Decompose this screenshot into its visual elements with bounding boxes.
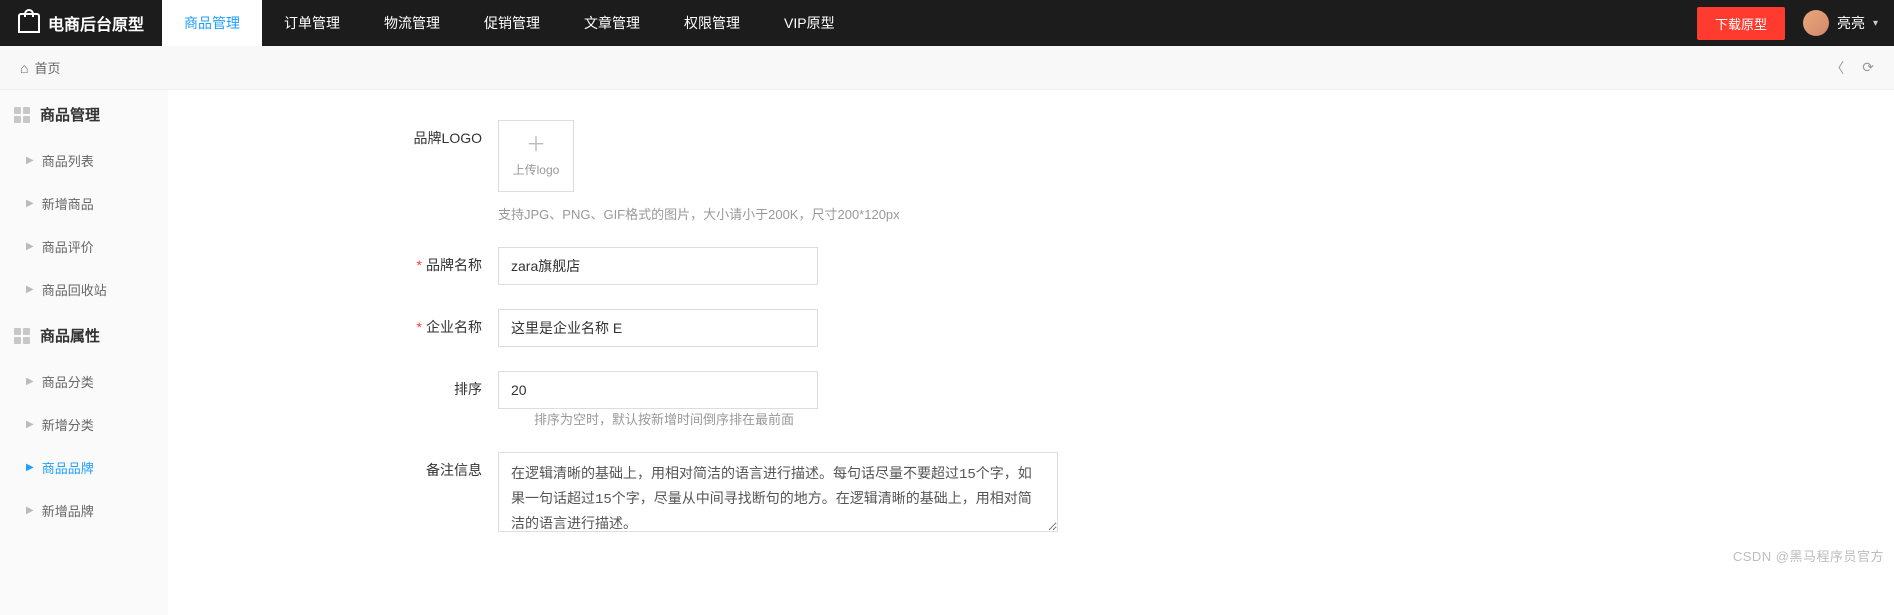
breadcrumb[interactable]: ⌂ 首页 <box>20 58 60 77</box>
arrow-icon: ▶ <box>26 198 34 209</box>
nav-item-articles[interactable]: 文章管理 <box>562 0 662 46</box>
bag-icon <box>18 13 40 33</box>
label-sort: 排序 <box>408 371 498 399</box>
grid-icon <box>14 107 30 123</box>
download-button[interactable]: 下载原型 <box>1697 7 1785 40</box>
nav-items: 商品管理 订单管理 物流管理 促销管理 文章管理 权限管理 VIP原型 <box>162 0 857 46</box>
back-icon[interactable]: 〈 <box>1830 58 1844 78</box>
grid-icon <box>14 328 30 344</box>
row-brand-logo: 品牌LOGO ＋ 上传logo 支持JPG、PNG、GIF格式的图片，大小请小于… <box>168 120 1894 223</box>
nav-item-products[interactable]: 商品管理 <box>162 0 262 46</box>
nav-item-promotion[interactable]: 促销管理 <box>462 0 562 46</box>
sidebar-item-add-brand[interactable]: ▶新增品牌 <box>0 489 168 532</box>
sort-hint: 排序为空时，默认按新增时间倒序排在最前面 <box>534 409 794 428</box>
user-name: 亮亮 <box>1837 13 1865 33</box>
arrow-icon: ▶ <box>26 155 34 166</box>
nav-right: 下载原型 亮亮 ▾ <box>1697 0 1894 46</box>
brand-name-input[interactable] <box>498 247 818 285</box>
subheader-actions: 〈 ⟳ <box>1830 58 1874 78</box>
sidebar-item-product-recycle[interactable]: ▶商品回收站 <box>0 268 168 311</box>
logo-text: 电商后台原型 <box>48 11 144 35</box>
nav-item-logistics[interactable]: 物流管理 <box>362 0 462 46</box>
upload-logo-button[interactable]: ＋ 上传logo <box>498 120 574 192</box>
label-remark: 备注信息 <box>408 452 498 480</box>
logo[interactable]: 电商后台原型 <box>0 0 162 46</box>
main-form: 品牌LOGO ＋ 上传logo 支持JPG、PNG、GIF格式的图片，大小请小于… <box>168 90 1894 615</box>
breadcrumb-text: 首页 <box>34 58 60 77</box>
nav-item-permissions[interactable]: 权限管理 <box>662 0 762 46</box>
home-icon: ⌂ <box>20 60 28 76</box>
sidebar-item-product-list[interactable]: ▶商品列表 <box>0 139 168 182</box>
label-company-name: *企业名称 <box>408 309 498 337</box>
row-remark: 备注信息 <box>168 452 1894 532</box>
label-brand-logo: 品牌LOGO <box>408 120 498 148</box>
arrow-icon: ▶ <box>26 419 34 430</box>
user-menu[interactable]: 亮亮 ▾ <box>1803 10 1878 36</box>
arrow-icon: ▶ <box>26 462 34 473</box>
sidebar-group-products: 商品管理 <box>0 90 168 139</box>
upload-text: 上传logo <box>513 161 560 178</box>
top-nav: 电商后台原型 商品管理 订单管理 物流管理 促销管理 文章管理 权限管理 VIP… <box>0 0 1894 46</box>
row-sort: 排序 排序为空时，默认按新增时间倒序排在最前面 <box>168 371 1894 428</box>
sidebar-item-add-category[interactable]: ▶新增分类 <box>0 403 168 446</box>
arrow-icon: ▶ <box>26 505 34 516</box>
chevron-down-icon: ▾ <box>1873 18 1878 29</box>
sort-input[interactable] <box>498 371 818 409</box>
plus-icon: ＋ <box>526 135 546 155</box>
watermark: CSDN @黑马程序员官方 <box>1733 546 1884 565</box>
avatar <box>1803 10 1829 36</box>
nav-item-vip[interactable]: VIP原型 <box>762 0 857 46</box>
sidebar: 商品管理 ▶商品列表 ▶新增商品 ▶商品评价 ▶商品回收站 商品属性 ▶商品分类… <box>0 90 168 615</box>
arrow-icon: ▶ <box>26 284 34 295</box>
row-company-name: *企业名称 <box>168 309 1894 347</box>
subheader: ⌂ 首页 〈 ⟳ <box>0 46 1894 90</box>
sidebar-item-add-product[interactable]: ▶新增商品 <box>0 182 168 225</box>
required-mark: * <box>417 319 422 335</box>
refresh-icon[interactable]: ⟳ <box>1862 59 1874 76</box>
arrow-icon: ▶ <box>26 241 34 252</box>
layout: 商品管理 ▶商品列表 ▶新增商品 ▶商品评价 ▶商品回收站 商品属性 ▶商品分类… <box>0 90 1894 615</box>
remark-textarea[interactable] <box>498 452 1058 532</box>
company-name-input[interactable] <box>498 309 818 347</box>
logo-hint: 支持JPG、PNG、GIF格式的图片，大小请小于200K，尺寸200*120px <box>498 204 900 223</box>
nav-item-orders[interactable]: 订单管理 <box>262 0 362 46</box>
label-brand-name: *品牌名称 <box>408 247 498 275</box>
row-brand-name: *品牌名称 <box>168 247 1894 285</box>
arrow-icon: ▶ <box>26 376 34 387</box>
sidebar-item-product-category[interactable]: ▶商品分类 <box>0 360 168 403</box>
sidebar-item-product-reviews[interactable]: ▶商品评价 <box>0 225 168 268</box>
sidebar-group-attributes: 商品属性 <box>0 311 168 360</box>
sidebar-item-product-brand[interactable]: ▶商品品牌 <box>0 446 168 489</box>
required-mark: * <box>417 257 422 273</box>
